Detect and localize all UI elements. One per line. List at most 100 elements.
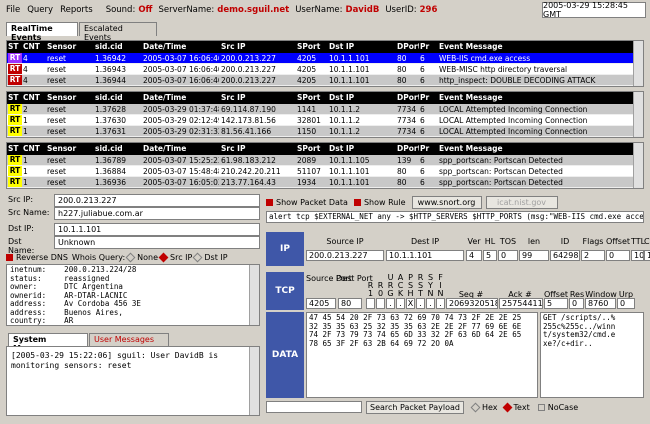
column-header-sport[interactable]: SPort — [297, 93, 327, 102]
whois-scrollbar[interactable] — [249, 265, 259, 325]
tcp-flag-header-row1: P — [408, 273, 413, 282]
tcp-flag-header-row3: 0 — [377, 289, 384, 298]
tcp-flag-value: . — [436, 298, 445, 309]
text-radio[interactable] — [502, 402, 512, 412]
event-pane-scrollbar[interactable] — [633, 41, 643, 86]
userid-label: UserID: — [385, 5, 417, 15]
event-cell-sensor: reset — [47, 167, 66, 176]
column-header-src[interactable]: Src IP — [221, 93, 295, 102]
snort-org-button[interactable]: www.snort.org — [411, 195, 482, 209]
column-header-sensor[interactable]: Sensor — [47, 93, 93, 102]
dst-ip-field[interactable]: 10.1.1.101 — [54, 223, 260, 236]
show-rule-checkbox[interactable] — [353, 198, 361, 206]
column-header-src[interactable]: Src IP — [221, 144, 295, 153]
tab-system-messages[interactable]: System Messages — [8, 333, 88, 353]
column-header-msg[interactable]: Event Message — [439, 42, 635, 51]
tab-escalated-events[interactable]: Escalated Events — [79, 22, 157, 42]
column-header-date[interactable]: Date/Time — [143, 144, 219, 153]
menu-reports[interactable]: Reports — [60, 5, 93, 15]
column-header-sport[interactable]: SPort — [297, 144, 327, 153]
event-row[interactable]: RT 4 reset 1.36942 2005-03-07 16:06:40 200.0.… — [7, 53, 643, 64]
event-cell-src: 200.0.213.227 — [221, 76, 276, 85]
column-header-dst[interactable]: Dst IP — [329, 93, 395, 102]
message-scrollbar[interactable] — [249, 347, 259, 415]
column-header-st[interactable]: ST — [8, 144, 22, 153]
event-cell-date: 2005-03-07 15:25:23 — [143, 156, 219, 165]
tcp-flag-value — [366, 298, 375, 309]
column-header-src[interactable]: Src IP — [221, 42, 295, 51]
column-header-sid[interactable]: sid.cid — [95, 93, 141, 102]
tab-realtime-events[interactable]: RealTime Events — [6, 22, 78, 42]
dst-name-field[interactable]: Unknown — [54, 236, 260, 249]
event-cell-src: 213.77.164.43 — [221, 178, 276, 187]
whois-dstip-radio[interactable] — [192, 252, 203, 262]
column-header-cnt[interactable]: CNT — [23, 93, 45, 102]
ip-section-label: IP — [266, 232, 304, 266]
payload-ascii-view[interactable]: GET /scripts/..% 255c%255c../winn t/system… — [540, 312, 644, 398]
column-header-cnt[interactable]: CNT — [23, 144, 45, 153]
column-header-sid[interactable]: sid.cid — [95, 144, 141, 153]
event-cell-dport: 139 — [397, 156, 412, 165]
event-cell-st: RT — [8, 166, 22, 176]
whois-srcip-radio[interactable] — [158, 252, 169, 262]
column-header-st[interactable]: ST — [8, 93, 22, 102]
column-header-sid[interactable]: sid.cid — [95, 42, 141, 51]
menu-file[interactable]: File — [6, 5, 20, 15]
column-header-cnt[interactable]: CNT — [23, 42, 45, 51]
event-row[interactable]: RT 1 reset 1.37631 2005-03-29 02:31:32 81.56.… — [7, 126, 643, 137]
src-ip-field[interactable]: 200.0.213.227 — [54, 194, 260, 207]
tcp-flag-header-row1: R — [417, 273, 424, 282]
event-row[interactable]: RT 4 reset 1.36944 2005-03-07 16:06:40 200.0.… — [7, 75, 643, 86]
event-row[interactable]: RT 4 reset 1.36943 2005-03-07 16:06:40 200.0.… — [7, 64, 643, 75]
column-header-sport[interactable]: SPort — [297, 42, 327, 51]
column-header-dport[interactable]: DPort — [397, 144, 419, 153]
menu-query[interactable]: Query — [27, 5, 53, 15]
column-header-dst[interactable]: Dst IP — [329, 42, 395, 51]
event-pane-scrollbar[interactable] — [633, 92, 643, 137]
column-header-pr[interactable]: Pr — [420, 42, 436, 51]
whois-output[interactable]: inetnum: 200.0.213.224/28 status: reassig… — [6, 264, 260, 326]
column-header-sensor[interactable]: Sensor — [47, 42, 93, 51]
event-cell-src: 210.242.20.211 — [221, 167, 281, 176]
reverse-dns-checkbox[interactable] — [6, 253, 13, 261]
column-header-dst[interactable]: Dst IP — [329, 144, 395, 153]
column-header-dport[interactable]: DPort — [397, 93, 419, 102]
whois-none-radio[interactable] — [125, 252, 136, 262]
search-payload-button[interactable]: Search Packet Payload — [366, 400, 464, 414]
event-cell-sport: 51107 — [297, 167, 321, 176]
search-input[interactable] — [266, 401, 362, 413]
column-header-pr[interactable]: Pr — [420, 93, 436, 102]
icat-nist-button[interactable]: icat.nist.gov — [485, 195, 558, 209]
column-header-st[interactable]: ST — [8, 42, 22, 51]
src-name-field[interactable]: h227.juliabue.com.ar — [54, 207, 260, 220]
column-header-msg[interactable]: Event Message — [439, 93, 635, 102]
show-packet-data-checkbox[interactable] — [266, 198, 273, 206]
event-cell-date: 2005-03-07 16:06:40 — [143, 54, 219, 63]
column-header-sensor[interactable]: Sensor — [47, 144, 93, 153]
column-header-pr[interactable]: Pr — [420, 144, 436, 153]
event-row[interactable]: RT 1 reset 1.36936 2005-03-07 16:05:03 213.77… — [7, 177, 643, 188]
event-row[interactable]: RT 1 reset 1.36884 2005-03-07 15:48:48 210.24… — [7, 166, 643, 177]
event-cell-cnt: 1 — [23, 116, 28, 125]
column-header-msg[interactable]: Event Message — [439, 144, 635, 153]
tab-user-messages[interactable]: User Messages — [89, 333, 169, 346]
column-header-date[interactable]: Date/Time — [143, 93, 219, 102]
event-pane-scrollbar[interactable] — [633, 143, 643, 188]
system-message-log[interactable]: [2005-03-29 15:22:06] sguil: User DavidB… — [6, 346, 260, 416]
event-row[interactable]: RT 2 reset 1.37628 2005-03-29 01:37:48 69.114… — [7, 104, 643, 115]
event-cell-msg: spp_portscan: Portscan Detected — [439, 178, 563, 187]
column-header-dport[interactable]: DPort — [397, 42, 419, 51]
event-cell-date: 2005-03-29 02:12:49 — [143, 116, 219, 125]
rule-display[interactable]: alert tcp $EXTERNAL_NET any -> $HTTP_SER… — [266, 211, 644, 223]
event-cell-msg: WEB-IIS cmd.exe access — [439, 54, 531, 63]
nocase-checkbox[interactable] — [537, 403, 545, 411]
event-pane-3: ST CNT Sensor sid.cid Date/Time Src IP SPort Ds… — [6, 142, 644, 189]
event-row[interactable]: RT 1 reset 1.36789 2005-03-07 15:25:23 61.98.… — [7, 155, 643, 166]
hex-radio[interactable] — [470, 402, 481, 412]
payload-hex-view[interactable]: 47 45 54 20 2F 73 63 72 69 70 74 73 2F 2… — [306, 312, 538, 398]
column-header-date[interactable]: Date/Time — [143, 42, 219, 51]
tcp-flag-header-row3: N — [437, 289, 444, 298]
event-row[interactable]: RT 1 reset 1.37630 2005-03-29 02:12:49 142.17… — [7, 115, 643, 126]
event-table-header: ST CNT Sensor sid.cid Date/Time Src IP SPort Ds… — [7, 92, 643, 104]
tcp-dport-value: 80 — [338, 298, 362, 309]
